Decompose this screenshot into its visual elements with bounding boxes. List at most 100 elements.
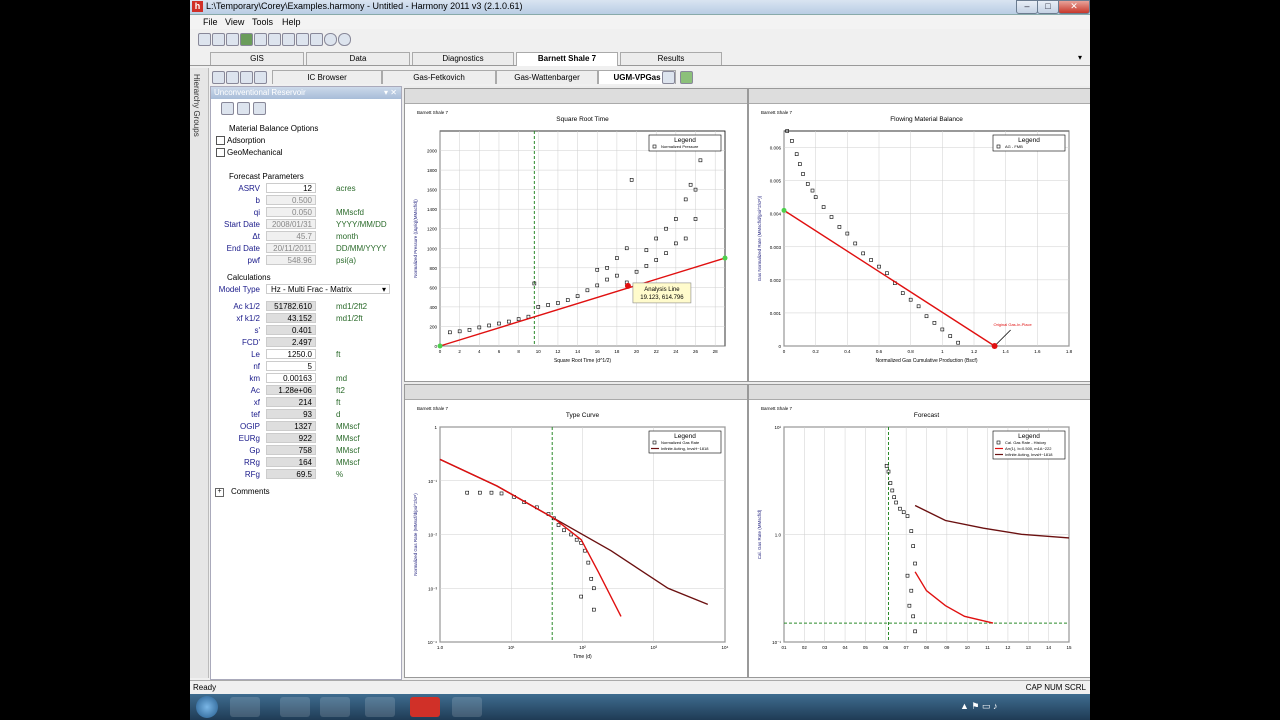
forecast-param-value[interactable]: 12 [266, 183, 316, 193]
dropdown-icon[interactable] [254, 71, 267, 84]
save-all-icon[interactable] [212, 33, 225, 46]
star-add-icon[interactable] [226, 71, 239, 84]
forecast-chart[interactable]: Barnett Shale 7 Forecast 01 02 03 04 05 06 07 08 0… [749, 400, 1090, 677]
tool-icon[interactable] [452, 697, 482, 717]
status-indicators: CAP NUM SCRL [1025, 683, 1086, 692]
tab-gas-fetkovich[interactable]: Gas-Fetkovich [382, 70, 496, 84]
flowing-material-balance-chart[interactable]: Barnett Shale 7 Flowing Material Balance 0… [749, 104, 1090, 381]
tab-list-dropdown-icon[interactable]: ▾ [1078, 53, 1082, 62]
calc-param-value[interactable]: 0.00163 [266, 373, 316, 383]
x-tick-label: 10³ [650, 645, 657, 650]
y-axis-label: Cal. Gas Rate (MMscf/d) [757, 509, 762, 559]
tab-data[interactable]: Data [306, 52, 410, 65]
material-balance-header: Material Balance Options [229, 124, 319, 133]
chart-title: Square Root Time [556, 116, 609, 123]
close-tab-icon[interactable] [662, 71, 675, 84]
panel-pin-icon[interactable]: ▾ ✕ [384, 87, 397, 99]
chart-title: Forecast [914, 412, 939, 419]
minimize-button[interactable]: – [1016, 0, 1038, 14]
y-tick-label: 0.006 [770, 146, 782, 151]
y-axis-label: Normalized Pressure ((Δp/q)(MMscf/d)) [413, 199, 418, 278]
model-type-select[interactable]: Hz - Multi Frac - Matrix ▾ [266, 284, 390, 294]
forecast-param-unit: DD/MM/YYYY [336, 244, 387, 253]
y-tick-label: 1400 [427, 207, 438, 212]
start-button[interactable] [196, 696, 218, 718]
help-icon[interactable] [338, 33, 351, 46]
menu-view[interactable]: View [225, 17, 244, 27]
title-bar[interactable]: h L:\Temporary\Corey\Examples.harmony - … [190, 0, 1090, 15]
y-tick-label: 0.003 [770, 245, 782, 250]
settings-icon[interactable] [268, 33, 281, 46]
favorite-star-icon[interactable] [212, 71, 225, 84]
new-tab-icon[interactable] [680, 71, 693, 84]
tab-ic-browser[interactable]: IC Browser [272, 70, 382, 84]
adsorption-checkbox[interactable] [216, 136, 225, 145]
calc-param-label: EURg [238, 434, 260, 443]
forecast-parameters-header: Forecast Parameters [229, 172, 304, 181]
harmony-taskbar-icon[interactable] [410, 697, 440, 717]
tab-results[interactable]: Results [620, 52, 722, 65]
menu-tools[interactable]: Tools [252, 17, 273, 27]
calc-param-value: 164 [266, 457, 316, 467]
hierarchy-groups-strip[interactable]: Hierarchy Groups [190, 68, 209, 678]
close-button[interactable]: ✕ [1058, 0, 1090, 14]
tab-diagnostics[interactable]: Diagnostics [412, 52, 514, 65]
calc-param-label: Ac [250, 386, 260, 395]
maximize-button[interactable]: □ [1037, 0, 1059, 14]
table-icon[interactable] [296, 33, 309, 46]
calc-param-unit: % [336, 470, 344, 479]
menu-file[interactable]: File [203, 17, 218, 27]
annotation-label: Original Gas-In-Place [993, 322, 1032, 327]
list-view-icon[interactable] [240, 71, 253, 84]
tab-barnett-shale-7[interactable]: Barnett Shale 7 [516, 52, 618, 66]
refresh-icon[interactable] [226, 33, 239, 46]
square-root-time-chart[interactable]: Barnett Shale 7Square Root Time0 2 4 6 8 10 12… [405, 104, 747, 381]
geomechanical-checkbox[interactable] [216, 148, 225, 157]
print-panel-icon[interactable] [221, 102, 234, 115]
ie-icon[interactable] [230, 697, 260, 717]
copy-panel-icon[interactable] [237, 102, 250, 115]
expand-comments-icon[interactable]: + [215, 488, 224, 497]
globe-icon[interactable] [240, 33, 253, 46]
calc-param-value[interactable]: 5 [266, 361, 316, 371]
comments-header[interactable]: Comments [231, 487, 270, 496]
calc-param-value[interactable]: 1250.0 [266, 349, 316, 359]
forecast-param-label: pwf [247, 256, 260, 265]
app-logo-icon: h [192, 1, 203, 12]
media-player-icon[interactable] [320, 697, 350, 717]
x-tick-label: 0 [439, 349, 442, 354]
preview-panel-icon[interactable] [253, 102, 266, 115]
x-axis-label: Normalized Gas Cumulative Production (Bs… [876, 358, 978, 364]
x-tick-label: 24 [673, 349, 679, 354]
calc-param-unit: md [336, 374, 348, 383]
print-icon[interactable] [254, 33, 267, 46]
chart-tag: Barnett Shale 7 [761, 110, 793, 115]
x-tick-label: 0 [783, 349, 786, 354]
tab-gas-wattenbarger[interactable]: Gas-Wattenbarger [496, 70, 598, 84]
chart-toolbar [749, 385, 1090, 400]
legend-entry: Infinite Acting, InvsH~1818 [1005, 452, 1053, 457]
report-icon[interactable] [310, 33, 323, 46]
x-tick-label: 10 [536, 349, 542, 354]
y-tick-label: 600 [429, 285, 437, 290]
folder-icon[interactable] [280, 697, 310, 717]
calc-param-unit: ft [336, 350, 341, 359]
y-tick-label: 10⁻³ [428, 586, 437, 591]
save-icon[interactable] [198, 33, 211, 46]
calc-param-unit: ft2 [336, 386, 345, 395]
forecast-param-label: qi [253, 208, 260, 217]
menu-help[interactable]: Help [282, 17, 301, 27]
tab-gis[interactable]: GIS [210, 52, 304, 65]
tray-icons[interactable]: ▲ ⚑ ▭ ♪ [960, 701, 997, 712]
circle-icon[interactable] [324, 33, 337, 46]
calc-param-unit: MMscf [336, 422, 360, 431]
powerpoint-icon[interactable] [365, 697, 395, 717]
analysis-tooltip-title: Analysis Line [644, 287, 680, 293]
x-tick-label: 11 [985, 645, 990, 650]
hierarchy-groups-label: Hierarchy Groups [192, 74, 201, 137]
calc-param-unit: md1/2ft [336, 314, 363, 323]
unconventional-reservoir-panel: Unconventional Reservoir ▾ ✕ Material Ba… [210, 86, 402, 680]
grid-icon[interactable] [282, 33, 295, 46]
geomechanical-label: GeoMechanical [227, 148, 283, 157]
type-curve-chart[interactable]: Barnett Shale 7 Type Curve 1.0 10¹ 10² 10³ 10⁴… [405, 400, 747, 677]
